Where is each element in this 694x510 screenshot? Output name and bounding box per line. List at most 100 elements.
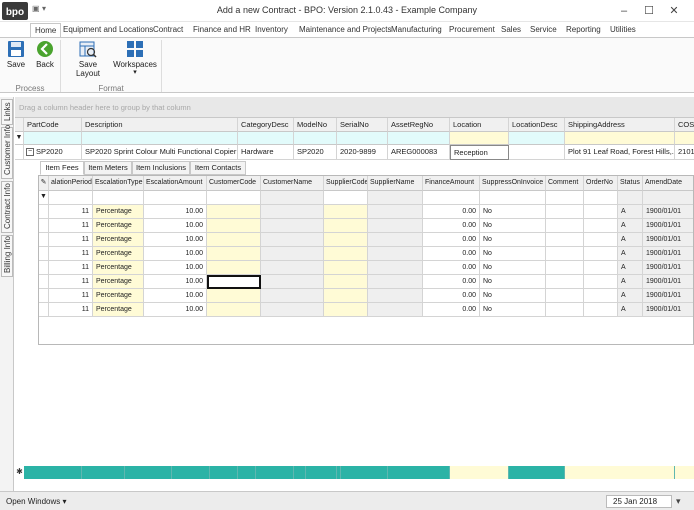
table-row-cell[interactable] [324,275,368,289]
tab-equipment-and-locations[interactable]: Equipment and Locations [63,23,153,37]
column-header-escalationamount[interactable]: EscalationAmount [144,176,207,191]
table-row-cell[interactable]: A [618,289,643,303]
filter-cell[interactable] [480,191,546,205]
table-row-cell[interactable] [546,247,584,261]
tab-contract[interactable]: Contract [153,23,183,37]
calendar-dropdown-icon[interactable]: ▾ [676,496,681,507]
column-header-status[interactable]: Status [618,176,643,191]
table-row-cell[interactable] [207,219,261,233]
table-row-cell[interactable]: 11 [49,205,93,219]
table-row-cell[interactable]: 10.00 [144,289,207,303]
workspaces-button[interactable]: Workspaces ▾ [113,40,157,76]
filter-cell[interactable] [324,191,368,205]
tab-procurement[interactable]: Procurement [449,23,495,37]
table-row-cell[interactable]: 0.00 [423,289,480,303]
column-header-suppressoninvoice[interactable]: SuppressOnInvoice [480,176,546,191]
column-header-financeamount[interactable]: FinanceAmount [423,176,480,191]
cell-categorydesc[interactable]: Hardware [238,145,294,160]
column-header-modelno[interactable]: ModelNo [294,118,337,132]
table-row-cell[interactable]: 0.00 [423,303,480,317]
side-tab-contract-info[interactable]: Contract Info [1,181,13,233]
table-row-cell[interactable] [324,289,368,303]
table-row-cell[interactable]: 11 [49,219,93,233]
tab-item-meters[interactable]: Item Meters [84,161,132,175]
table-row-cell[interactable] [324,247,368,261]
tab-service[interactable]: Service [530,23,557,37]
table-row-cell[interactable]: 10.00 [144,233,207,247]
cell-modelno[interactable]: SP2020 [294,145,337,160]
group-by-panel[interactable]: Drag a column header here to group by th… [15,97,694,118]
close-button[interactable]: ✕ [666,3,682,19]
filter-cell[interactable] [675,132,694,145]
filter-cell[interactable] [93,191,144,205]
tab-item-inclusions[interactable]: Item Inclusions [132,161,190,175]
table-row-cell[interactable]: No [480,247,546,261]
cell-location[interactable]: Reception [450,145,509,160]
filter-cell[interactable] [49,191,93,205]
column-header-escalationtype[interactable]: EscalationType [93,176,144,191]
table-row-cell[interactable]: 11 [49,303,93,317]
table-row-cell[interactable]: 10.00 [144,247,207,261]
table-row-cell[interactable] [584,261,618,275]
table-row-cell[interactable]: 1900/01/01 [643,289,693,303]
table-row-cell[interactable] [207,303,261,317]
column-header-cosa[interactable]: COSA [675,118,694,132]
table-row-cell[interactable] [546,275,584,289]
table-row-cell[interactable]: 11 [49,275,93,289]
filter-cell[interactable] [450,132,509,145]
filter-cell[interactable] [238,132,294,145]
table-row-cell[interactable]: Percentage [93,205,144,219]
table-row-cell[interactable]: No [480,275,546,289]
cell-cosa[interactable]: 2101 [675,145,694,160]
tab-manufacturing[interactable]: Manufacturing [391,23,442,37]
table-row-cell[interactable]: A [618,233,643,247]
filter-cell[interactable] [565,132,675,145]
table-row-cell[interactable] [261,261,324,275]
column-header-description[interactable]: Description [82,118,238,132]
table-row-cell[interactable]: No [480,219,546,233]
table-row-cell[interactable]: Percentage [93,289,144,303]
column-header-categorydesc[interactable]: CategoryDesc [238,118,294,132]
table-row-cell[interactable]: Percentage [93,303,144,317]
table-row-cell[interactable]: 10.00 [144,275,207,289]
column-header-escalationperiod[interactable]: alationPeriod [49,176,93,191]
table-row-cell[interactable]: Percentage [93,233,144,247]
table-row-cell[interactable] [207,275,261,289]
side-tab-customer-info[interactable]: Customer Info [1,125,13,179]
table-row-cell[interactable] [546,261,584,275]
table-row-cell[interactable]: Percentage [93,219,144,233]
table-row-cell[interactable] [324,261,368,275]
table-row-cell[interactable]: 1900/01/01 [643,275,693,289]
table-row-cell[interactable]: 10.00 [144,219,207,233]
table-row-cell[interactable] [368,205,423,219]
table-row-cell[interactable]: 0.00 [423,219,480,233]
table-row-cell[interactable]: A [618,247,643,261]
table-row-cell[interactable]: 1900/01/01 [643,303,693,317]
table-row-cell[interactable] [584,303,618,317]
table-row-cell[interactable] [324,233,368,247]
filter-cell[interactable] [618,191,643,205]
table-row-cell[interactable]: 1900/01/01 [643,247,693,261]
table-row-cell[interactable] [324,303,368,317]
save-layout-button[interactable]: Save Layout [66,40,110,78]
filter-cell[interactable] [388,132,450,145]
back-button[interactable]: Back [33,40,57,69]
filter-cell[interactable] [546,191,584,205]
tab-reporting[interactable]: Reporting [566,23,601,37]
table-row-cell[interactable] [368,303,423,317]
table-row-cell[interactable] [261,289,324,303]
filter-cell[interactable] [144,191,207,205]
table-row-cell[interactable]: Percentage [93,275,144,289]
tab-item-contacts[interactable]: Item Contacts [190,161,246,175]
table-row-cell[interactable]: 1900/01/01 [643,261,693,275]
expand-collapse-icon[interactable]: − [26,148,34,157]
tab-inventory[interactable]: Inventory [255,23,288,37]
filter-cell[interactable] [24,132,82,145]
minimize-button[interactable]: – [616,3,632,19]
column-header-customername[interactable]: CustomerName [261,176,324,191]
table-row-cell[interactable]: A [618,219,643,233]
table-row-cell[interactable]: 0.00 [423,275,480,289]
table-row-cell[interactable] [368,261,423,275]
filter-cell[interactable] [643,191,693,205]
column-header-comment[interactable]: Comment [546,176,584,191]
